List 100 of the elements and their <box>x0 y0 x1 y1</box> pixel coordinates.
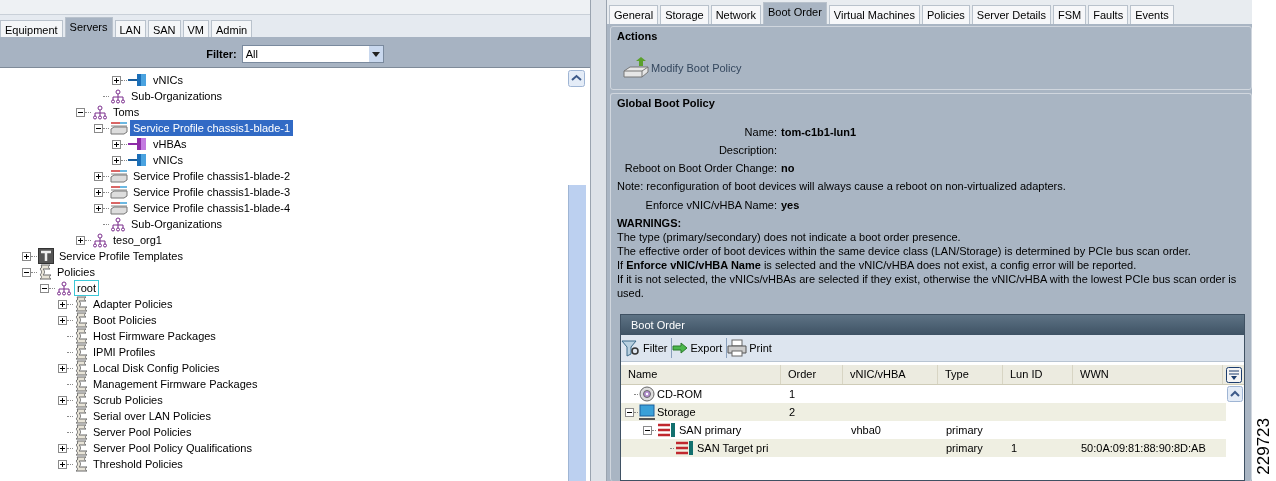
collapse-icon[interactable] <box>625 407 634 417</box>
tree-item[interactable]: Service Profile Templates <box>56 248 186 264</box>
detail-tab[interactable]: General <box>609 5 659 24</box>
column-header[interactable]: Type <box>938 365 1003 384</box>
scroll-icon <box>38 264 52 280</box>
server-profile-icon <box>110 201 128 215</box>
navigation-tab[interactable]: Servers <box>64 17 113 37</box>
expand-icon[interactable] <box>112 139 121 149</box>
type-cell: primary <box>946 424 983 436</box>
server-profile-icon <box>110 169 128 183</box>
navigation-tab[interactable]: Equipment <box>0 20 63 37</box>
tree-item[interactable]: Threshold Policies <box>90 456 186 472</box>
expand-icon[interactable] <box>22 251 31 261</box>
column-header[interactable]: vNIC/vHBA <box>843 365 938 384</box>
tree-item[interactable]: Serial over LAN Policies <box>90 408 214 424</box>
template-icon <box>38 248 54 264</box>
tree-item[interactable]: Service Profile chassis1-blade-1 <box>130 120 294 136</box>
tree-item[interactable]: Service Profile chassis1-blade-3 <box>130 184 294 200</box>
filter-dropdown[interactable]: All <box>241 44 384 63</box>
storage-adapter-icon <box>128 137 148 151</box>
detail-tab[interactable]: Network <box>710 5 761 24</box>
detail-tab[interactable]: FSM <box>1052 5 1087 24</box>
tree-item[interactable]: vHBAs <box>150 136 190 152</box>
scroll-icon <box>74 376 88 392</box>
scroll-icon <box>74 360 88 376</box>
right-arrow-icon <box>672 342 689 354</box>
scroll-up-icon[interactable] <box>1227 386 1243 402</box>
expand-icon[interactable] <box>58 315 67 325</box>
warning-text: If it is not selected, the vNICs/vHBAs are selected if they exist, otherwise the vNIC/vHBA with the lowest PCIe bus scan order is used. <box>617 272 1238 300</box>
navigation-tab[interactable]: VM <box>182 20 210 37</box>
tree-item[interactable]: Server Pool Policy Qualifications <box>90 440 255 456</box>
tree-item[interactable]: teso_org1 <box>110 232 165 248</box>
name-cell: SAN primary <box>679 424 742 436</box>
expand-icon[interactable] <box>76 235 85 245</box>
organization-icon <box>110 216 126 232</box>
expand-icon[interactable] <box>112 75 121 85</box>
toolbar-button[interactable]: Export <box>672 338 728 358</box>
field-value: no <box>781 162 795 174</box>
tree-item[interactable]: vNICs <box>150 152 186 168</box>
tree-item[interactable]: Scrub Policies <box>90 392 166 408</box>
organization-icon <box>110 88 126 104</box>
organization-icon <box>92 104 108 120</box>
expand-icon[interactable] <box>112 155 121 165</box>
lun-cell: 1 <box>1011 442 1018 454</box>
navigation-tab[interactable]: LAN <box>114 20 146 37</box>
expand-icon[interactable] <box>58 443 67 453</box>
column-header[interactable]: WWN <box>1073 365 1223 384</box>
column-chooser-icon[interactable] <box>1226 366 1242 383</box>
tree-item[interactable]: vNICs <box>150 72 186 88</box>
detail-tab[interactable]: Virtual Machines <box>828 5 920 24</box>
collapse-icon[interactable] <box>643 425 652 435</box>
tree-item[interactable]: Host Firmware Packages <box>90 328 219 344</box>
tree-item[interactable]: Service Profile chassis1-blade-4 <box>130 200 294 216</box>
column-header[interactable]: Lun ID <box>1003 365 1073 384</box>
expand-icon[interactable] <box>94 171 103 181</box>
expand-icon[interactable] <box>58 395 67 405</box>
tree-item[interactable]: Adapter Policies <box>90 296 176 312</box>
expand-icon[interactable] <box>94 187 103 197</box>
expand-icon[interactable] <box>58 459 67 469</box>
field-label: Reboot on Boot Order Change: <box>623 162 777 174</box>
expand-icon[interactable] <box>58 363 67 373</box>
detail-tab[interactable]: Boot Order <box>763 2 827 24</box>
column-header[interactable]: Order <box>781 365 843 384</box>
tree-item[interactable]: Server Pool Policies <box>90 424 195 440</box>
tree-item[interactable]: Service Profile chassis1-blade-2 <box>130 168 294 184</box>
tree-item[interactable]: Sub-Organizations <box>128 216 226 232</box>
name-cell: Storage <box>657 406 696 418</box>
warning-text: The type (primary/secondary) does not indicate a boot order presence. <box>617 230 962 244</box>
collapse-icon[interactable] <box>76 107 85 117</box>
field-value: tom-c1b1-lun1 <box>781 126 857 138</box>
detail-tab[interactable]: Faults <box>1088 5 1129 24</box>
tree-item[interactable]: Boot Policies <box>90 312 160 328</box>
expand-icon[interactable] <box>58 299 67 309</box>
toolbar-button[interactable]: Print <box>727 338 776 358</box>
detail-tab[interactable]: Policies <box>921 5 970 24</box>
collapse-icon[interactable] <box>22 267 31 277</box>
collapse-icon[interactable] <box>40 283 49 293</box>
column-header[interactable]: Name <box>621 365 781 384</box>
tree-item[interactable]: Local Disk Config Policies <box>90 360 223 376</box>
tree-item[interactable]: root <box>74 280 99 296</box>
action-link[interactable]: Modify Boot Policy <box>623 57 742 79</box>
expand-icon[interactable] <box>94 203 103 213</box>
tree-item[interactable]: Policies <box>54 264 98 280</box>
tree-item[interactable]: Toms <box>110 104 143 120</box>
navigation-tab[interactable]: SAN <box>147 20 181 37</box>
scroll-icon <box>74 344 88 360</box>
server-upload-icon <box>623 57 649 79</box>
detail-tab[interactable]: Server Details <box>971 5 1051 24</box>
tree-item[interactable]: Sub-Organizations <box>128 88 226 104</box>
tree-item[interactable]: Management Firmware Packages <box>90 376 261 392</box>
toolbar-button[interactable]: Filter <box>621 338 673 358</box>
figure-number: 229723 <box>1254 418 1274 475</box>
panel-title: Actions <box>617 29 659 43</box>
note-text: Note: reconfiguration of boot devices will always cause a reboot on non-virtualized adapters. <box>617 180 1066 192</box>
detail-tab[interactable]: Events <box>1130 5 1174 24</box>
detail-tab[interactable]: Storage <box>660 5 709 24</box>
tree-item[interactable]: IPMI Profiles <box>90 344 159 360</box>
collapse-icon[interactable] <box>94 123 103 133</box>
navigation-tab[interactable]: Admin <box>211 20 253 37</box>
scroll-up-icon[interactable] <box>568 70 585 87</box>
